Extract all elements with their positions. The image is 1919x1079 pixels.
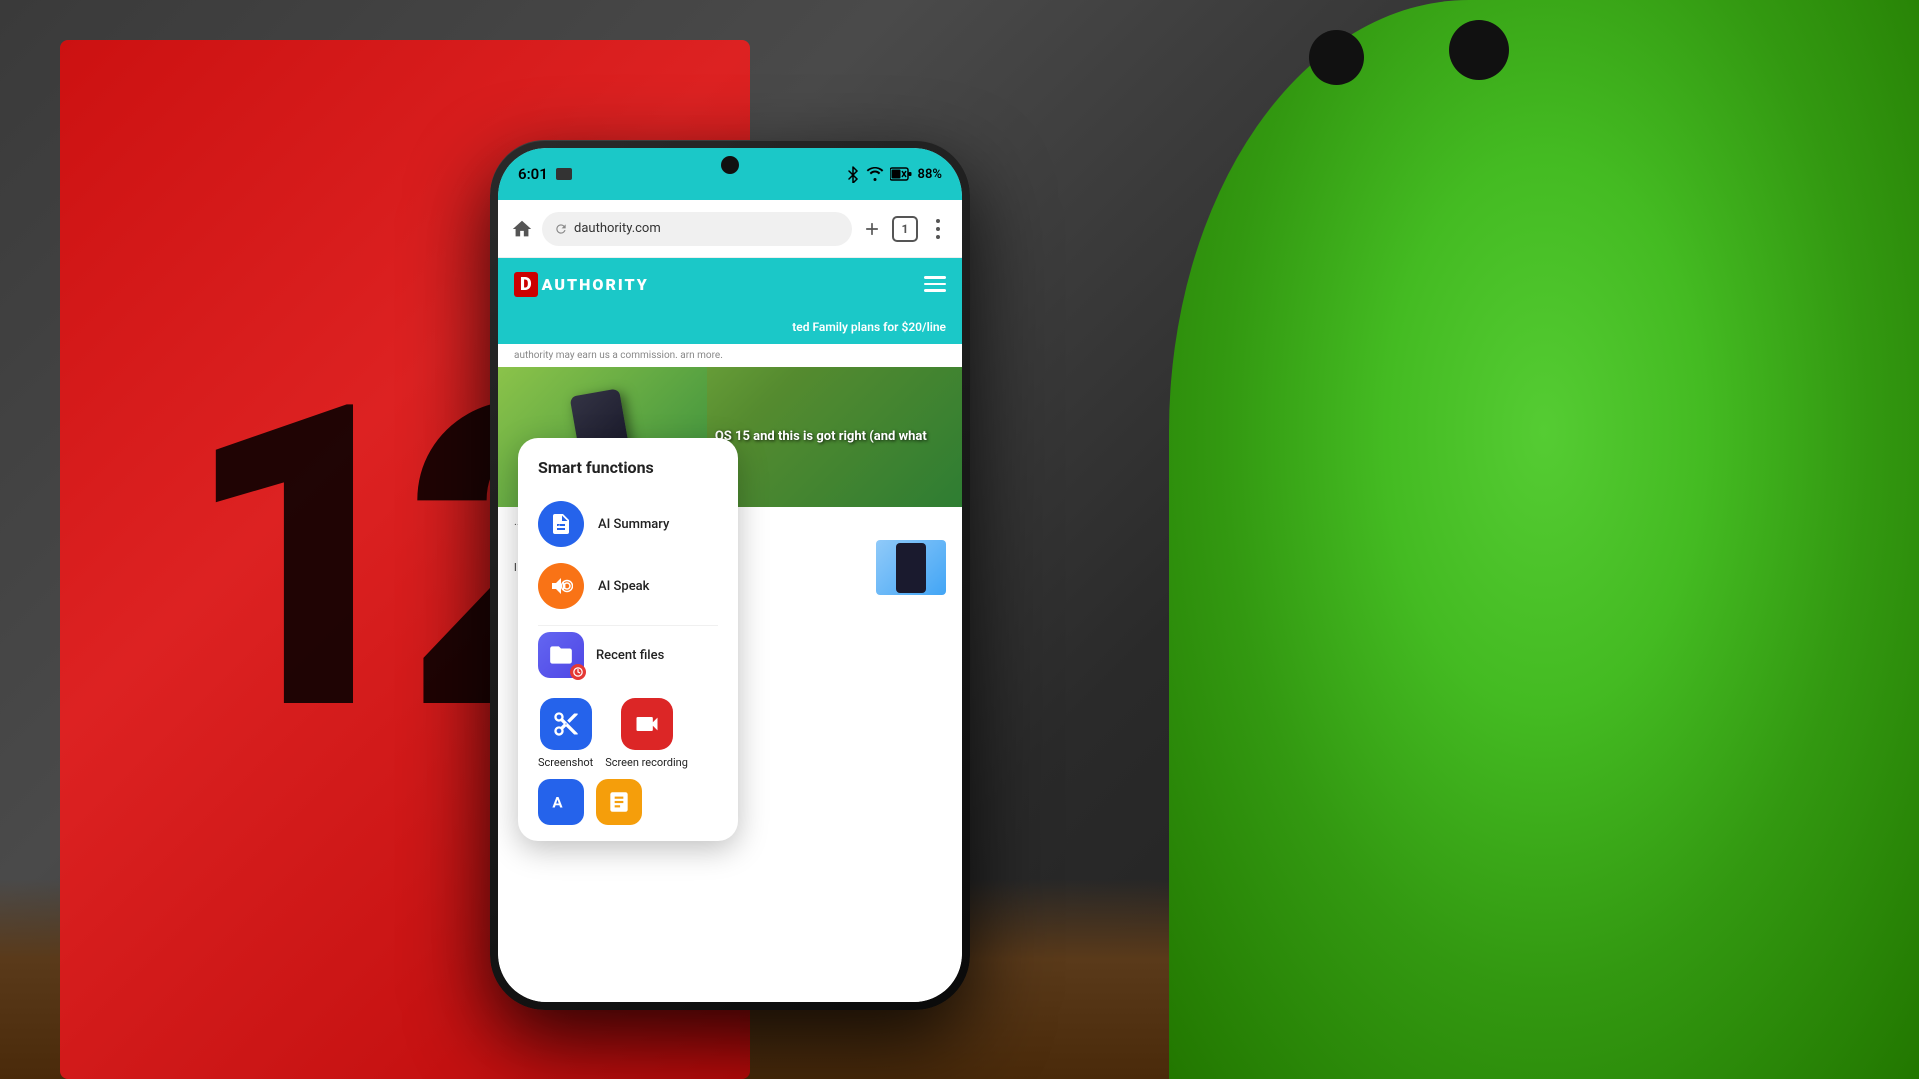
ai-summary-label: AI Summary [598,517,669,532]
url-text: dauthority.com [574,221,661,236]
url-bar[interactable]: dauthority.com [542,212,852,246]
recent-files-item[interactable]: Recent files [538,625,718,684]
wifi-icon [866,167,884,181]
second-article-thumbnail [876,540,946,595]
folder-icon [548,642,574,668]
status-right-icons: 88% [846,165,942,183]
logo-d: D [514,272,538,297]
battery-warning-icon [890,167,912,181]
ai-summary-icon: A [538,501,584,547]
screen-recording-icon [621,698,673,750]
bluetooth-icon [846,165,860,183]
scissors-icon [552,710,580,738]
screenshot-icon [540,698,592,750]
translate-icon: A [538,779,584,825]
notes-item[interactable] [596,779,642,825]
phone-screen: 6:01 [498,148,962,1002]
hamburger-line-1 [924,276,946,279]
commission-text: authority may earn us a commission. arn … [514,350,723,361]
mascot-eye-right [1449,20,1509,80]
hamburger-line-2 [924,283,946,286]
mascot-eye-left [1309,30,1364,85]
notes-icon [596,779,642,825]
pip-icon [556,168,572,180]
hamburger-menu[interactable] [924,276,946,292]
new-tab-button[interactable] [858,215,886,243]
document-text-icon: A [549,512,573,536]
recent-badge [570,664,586,680]
home-button[interactable] [508,215,536,243]
video-camera-icon [633,710,661,738]
screen-recording-item[interactable]: Screen recording [605,698,688,769]
article-headline: OS 15 and this is got right (and what [707,420,935,454]
svg-text:A: A [552,793,563,811]
screenshot-label: Screenshot [538,756,593,769]
tab-count: 1 [902,222,909,236]
smart-functions-menu: Smart functions A AI Summary [518,438,738,841]
site-header: D AUTHORITY [498,258,962,310]
translate-item[interactable]: A [538,779,584,825]
camera-notch [721,156,739,174]
hamburger-line-3 [924,289,946,292]
menu-title: Smart functions [538,458,718,477]
banner-text: ted Family plans for $20/line [792,320,946,334]
recent-files-icon [538,632,584,678]
bottom-items-row: Screenshot Screen recording [538,698,718,769]
ai-summary-item[interactable]: A AI Summary [538,493,718,555]
browser-actions: 1 [858,215,952,243]
phone-inner: 6:01 [498,148,962,1002]
site-logo: D AUTHORITY [514,272,649,297]
commission-notice: authority may earn us a commission. arn … [498,344,962,367]
screen-recording-label: Screen recording [605,756,688,769]
svg-text:A: A [558,523,561,528]
site-banner: ted Family plans for $20/line [498,310,962,344]
refresh-icon [554,222,568,236]
article-text-overlay: OS 15 and this is got right (and what [707,367,962,507]
ai-speak-item[interactable]: AI Speak [538,555,718,617]
more-options-button[interactable] [924,215,952,243]
ai-speak-icon [538,563,584,609]
notes-svg-icon [606,789,632,815]
green-mascot [1169,0,1919,1079]
translate-svg-icon: A [548,789,574,815]
logo-authority: AUTHORITY [542,275,649,294]
phone-device: 6:01 [490,140,970,1010]
plus-icon [862,219,882,239]
home-icon [511,218,533,240]
battery-percent: 88% [918,167,942,182]
screenshot-item[interactable]: Screenshot [538,698,593,769]
thumbnail-phone [896,543,926,593]
kebab-menu-icon [936,219,940,239]
speaker-icon [549,574,573,598]
tab-count-button[interactable]: 1 [892,216,918,242]
ai-speak-label: AI Speak [598,579,649,594]
status-time: 6:01 [518,165,548,183]
extra-items-row: A [538,779,718,825]
clock-icon [573,667,583,677]
recent-files-label: Recent files [596,648,664,663]
browser-chrome: dauthority.com 1 [498,200,962,258]
